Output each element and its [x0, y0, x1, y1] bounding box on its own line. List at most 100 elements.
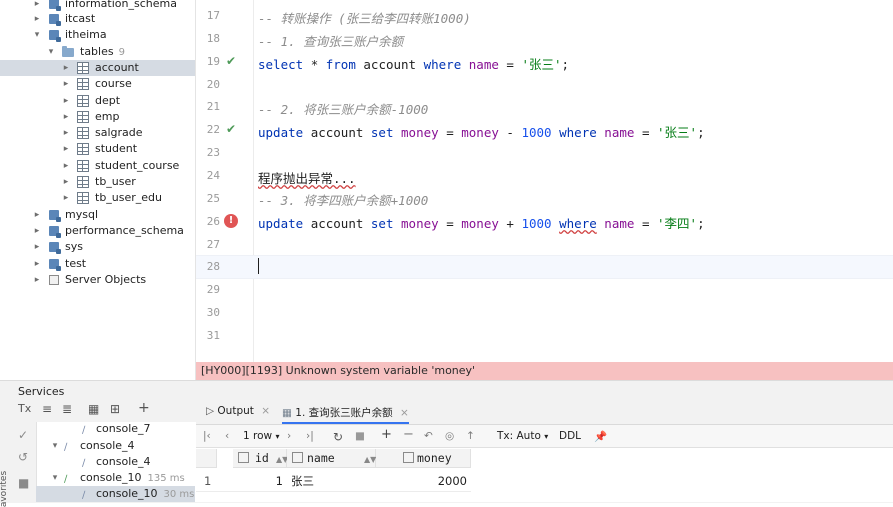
tree-item-emp[interactable]: ▸ emp: [0, 109, 195, 125]
commit-icon[interactable]: ✓: [18, 428, 28, 442]
tree-item-dept[interactable]: ▸ dept: [0, 93, 195, 109]
server-objects-icon: [48, 274, 60, 286]
tx-mode-label: Tx: Auto: [497, 430, 541, 442]
chevron-right-icon[interactable]: ▸: [32, 207, 42, 223]
check-icon[interactable]: ✔: [224, 54, 238, 68]
chevron-down-icon[interactable]: ▾: [46, 44, 56, 60]
tree-item-itcast[interactable]: ▸ itcast: [0, 11, 195, 27]
service-item-console-7[interactable]: ∕ console_7: [36, 421, 195, 437]
tree-item-server-objects[interactable]: ▸ Server Objects: [0, 272, 195, 288]
transaction-button[interactable]: Tx: [18, 402, 31, 415]
delete-row-icon[interactable]: −: [403, 427, 414, 442]
tree-item-student[interactable]: ▸ student: [0, 141, 195, 157]
chevron-right-icon[interactable]: ▸: [61, 158, 71, 174]
code-line-21[interactable]: -- 2. 将张三账户余额-1000: [258, 99, 428, 118]
refresh-icon[interactable]: ↻: [333, 430, 343, 444]
line-number: 19: [206, 55, 220, 68]
tree-item-salgrade[interactable]: ▸ salgrade: [0, 125, 195, 141]
row-count-dropdown[interactable]: 1 row ▾: [243, 430, 279, 442]
tree-item-sys[interactable]: ▸ sys: [0, 239, 195, 255]
ddl-button[interactable]: DDL: [559, 430, 581, 442]
code-line-19[interactable]: select * from account where name = '张三';: [258, 54, 569, 73]
tree-item-course[interactable]: ▸ course: [0, 76, 195, 92]
chevron-down-icon[interactable]: ▾: [50, 438, 60, 454]
next-page-icon[interactable]: ›: [287, 430, 291, 442]
error-icon[interactable]: !: [224, 214, 238, 228]
layout-icon[interactable]: ⊞: [110, 402, 120, 416]
chevron-right-icon[interactable]: ▸: [32, 272, 42, 288]
tree-item-performance-schema[interactable]: ▸ performance_schema: [0, 223, 195, 239]
table-icon: [77, 62, 89, 74]
service-item-console-4[interactable]: ∕ console_4: [36, 454, 195, 470]
tree-item-account[interactable]: ▸ account: [0, 60, 195, 76]
code-line-24[interactable]: 程序抛出异常...: [258, 168, 356, 187]
first-page-icon[interactable]: |‹: [203, 430, 211, 442]
sort-icon[interactable]: ▲▼: [364, 455, 376, 464]
line-number: 28: [206, 260, 220, 273]
column-header-money[interactable]: money: [376, 449, 471, 468]
tree-item-tables[interactable]: ▾ tables 9: [0, 44, 195, 60]
revert-icon[interactable]: ↶: [424, 430, 433, 442]
code-line-25[interactable]: -- 3. 将李四账户余额+1000: [258, 190, 428, 209]
rollback-icon[interactable]: ↺: [18, 450, 28, 464]
stop-icon[interactable]: ■: [18, 476, 29, 490]
tree-item-label: salgrade: [95, 126, 143, 139]
prev-page-icon[interactable]: ‹: [225, 430, 229, 442]
tree-item-tb-user[interactable]: ▸ tb_user: [0, 174, 195, 190]
chevron-right-icon[interactable]: ▸: [61, 93, 71, 109]
chevron-right-icon[interactable]: ▸: [61, 141, 71, 157]
code-line-17[interactable]: -- 转账操作 (张三给李四转账1000): [258, 8, 471, 27]
stop-icon[interactable]: ■: [355, 430, 365, 442]
tree-item-test[interactable]: ▸ test: [0, 256, 195, 272]
chevron-right-icon[interactable]: ▸: [32, 11, 42, 27]
chevron-right-icon[interactable]: ▸: [61, 174, 71, 190]
add-button[interactable]: +: [138, 400, 150, 416]
tree-item-label: account: [95, 61, 139, 74]
service-item-console-10-group[interactable]: ▾ ∕ console_10 135 ms: [36, 470, 195, 486]
group-icon[interactable]: ▦: [88, 402, 99, 416]
console-icon: ∕: [82, 458, 86, 469]
code-line-18[interactable]: -- 1. 查询张三账户余额: [258, 31, 403, 50]
chevron-right-icon[interactable]: ▸: [61, 76, 71, 92]
tree-item-student-course[interactable]: ▸ student_course: [0, 158, 195, 174]
pin-icon[interactable]: 📌: [594, 430, 607, 443]
row-number[interactable]: 1: [196, 471, 217, 491]
chevron-right-icon[interactable]: ▸: [61, 125, 71, 141]
chevron-down-icon[interactable]: ▾: [50, 470, 60, 486]
service-item-console-4-group[interactable]: ▾ ∕ console_4: [36, 438, 195, 454]
chevron-right-icon[interactable]: ▸: [32, 223, 42, 239]
chevron-right-icon[interactable]: ▸: [61, 190, 71, 206]
text-caret: [258, 258, 259, 274]
tree-item-itheima[interactable]: ▾ itheima: [0, 27, 195, 43]
table-cell[interactable]: 2000: [376, 471, 471, 491]
submit-icon[interactable]: ↑: [466, 430, 475, 442]
add-row-icon[interactable]: +: [381, 427, 392, 442]
code-line-26[interactable]: update account set money = money + 1000 …: [258, 213, 705, 232]
last-page-icon[interactable]: ›|: [306, 430, 314, 442]
tab-output[interactable]: ▷ Output ×: [206, 405, 270, 417]
collapse-all-icon[interactable]: ≣: [62, 402, 72, 416]
expand-all-icon[interactable]: ≡: [42, 402, 52, 416]
chevron-right-icon[interactable]: ▸: [32, 239, 42, 255]
table-cell[interactable]: 张三: [287, 471, 376, 491]
sql-operator: =: [641, 125, 650, 140]
close-icon[interactable]: ×: [261, 405, 270, 417]
tab-query-result[interactable]: ▦ 1. 查询张三账户余额 ×: [282, 405, 409, 424]
check-icon[interactable]: ✔: [224, 122, 238, 136]
tree-item-tb-user-edu[interactable]: ▸ tb_user_edu: [0, 190, 195, 206]
chevron-right-icon[interactable]: ▸: [61, 60, 71, 76]
chevron-down-icon[interactable]: ▾: [32, 27, 42, 43]
service-item-console-10[interactable]: ∕ console_10 30 ms: [36, 486, 195, 502]
close-icon[interactable]: ×: [400, 407, 409, 419]
code-line-22[interactable]: update account set money = money - 1000 …: [258, 122, 705, 141]
row-divider: [196, 491, 471, 492]
sql-keyword: from: [325, 57, 356, 72]
tx-mode-dropdown[interactable]: Tx: Auto ▾: [497, 430, 548, 442]
preview-icon[interactable]: ◎: [445, 430, 454, 442]
tree-item-label: tb_user_edu: [95, 191, 163, 204]
tree-item-label: performance_schema: [65, 224, 184, 237]
chevron-right-icon[interactable]: ▸: [61, 109, 71, 125]
chevron-right-icon[interactable]: ▸: [32, 256, 42, 272]
table-cell[interactable]: 1: [217, 471, 287, 491]
tree-item-mysql[interactable]: ▸ mysql: [0, 207, 195, 223]
